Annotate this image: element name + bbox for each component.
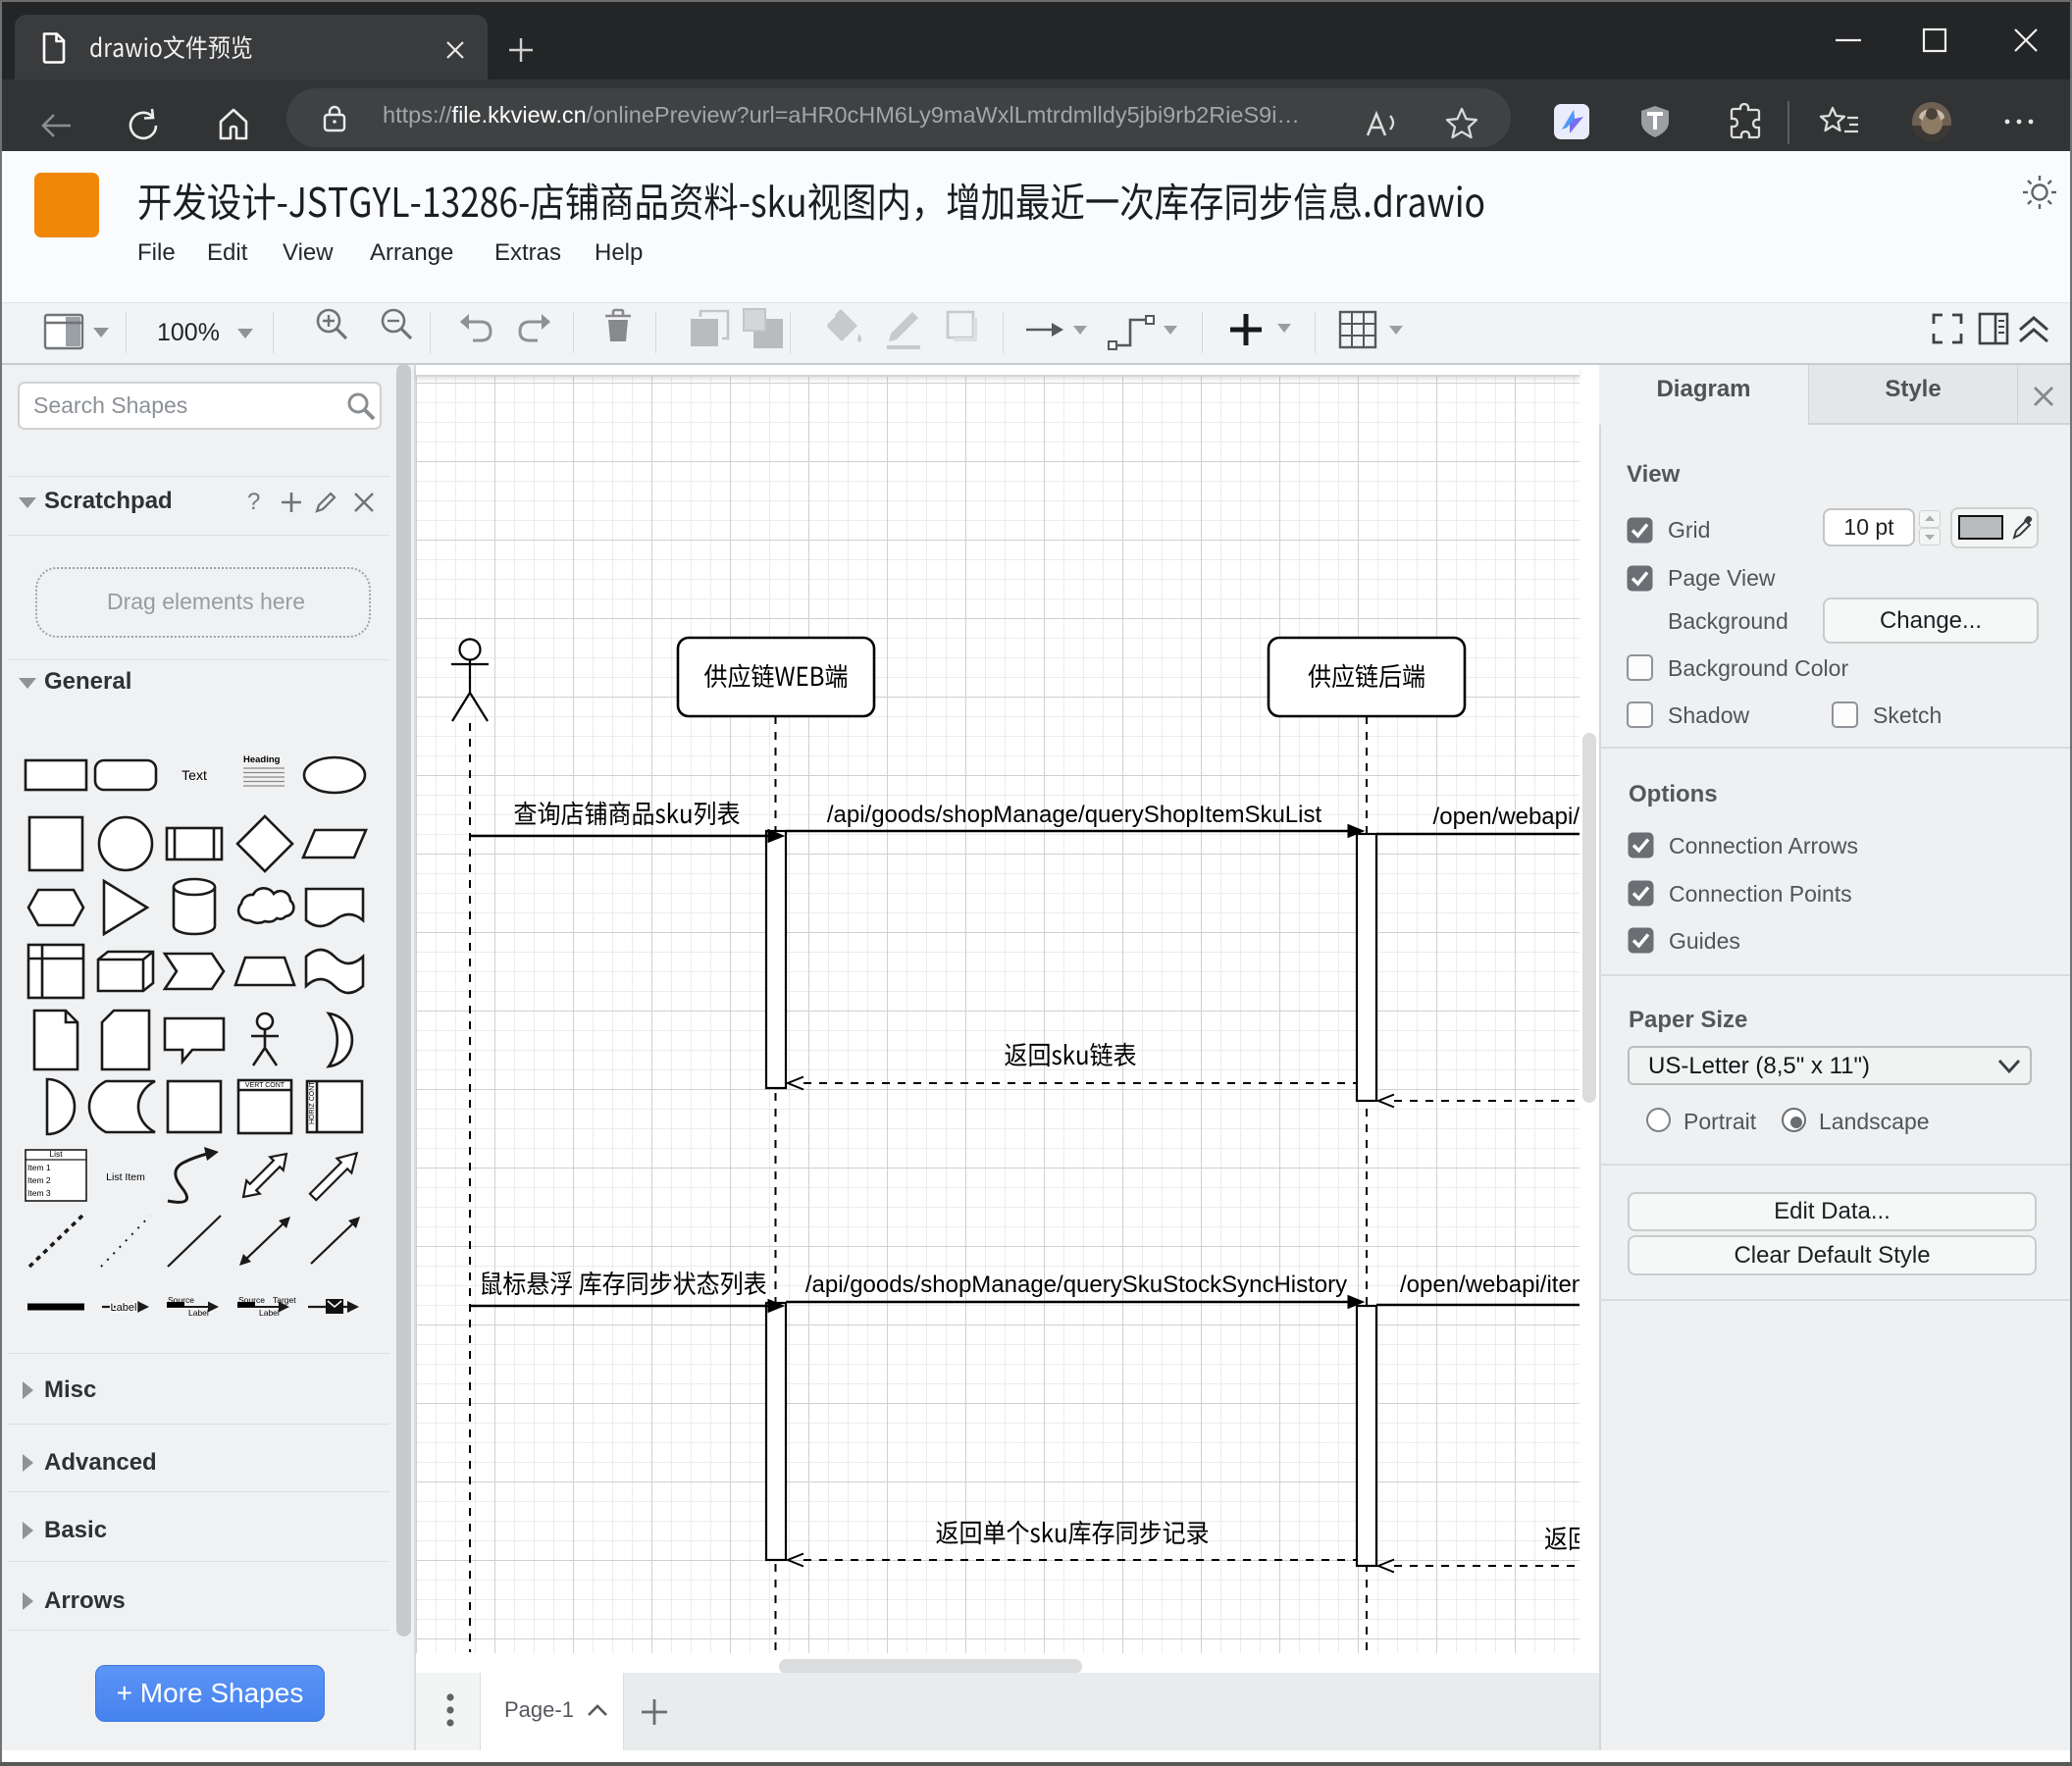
svg-text:/api/goods/shopManage/querySho: /api/goods/shopManage/queryShopItemSkuLi… (827, 802, 1322, 828)
svg-text:HORIZ CONT: HORIZ CONT (309, 1081, 316, 1124)
svg-text:List: List (49, 1149, 63, 1159)
svg-text:Item 2: Item 2 (27, 1175, 51, 1185)
svg-text:Item 1: Item 1 (27, 1163, 51, 1172)
svg-text:Label: Label (111, 1302, 137, 1314)
svg-text:/open/webapi/iten: /open/webapi/iten (1400, 1272, 1580, 1298)
svg-text:Label: Label (188, 1308, 209, 1318)
svg-text:Target: Target (273, 1295, 296, 1305)
svg-text:List Item: List Item (106, 1171, 145, 1183)
svg-text:Item 3: Item 3 (27, 1188, 51, 1198)
svg-text:/open/webapi/: /open/webapi/ (1433, 804, 1580, 830)
svg-text:Text: Text (181, 767, 207, 783)
svg-text:VERT CONT: VERT CONT (245, 1082, 285, 1089)
svg-text:/api/goods/shopManage/querySku: /api/goods/shopManage/querySkuStockSyncH… (805, 1272, 1347, 1298)
svg-text:Heading: Heading (243, 754, 281, 765)
svg-text:Label: Label (259, 1308, 280, 1318)
